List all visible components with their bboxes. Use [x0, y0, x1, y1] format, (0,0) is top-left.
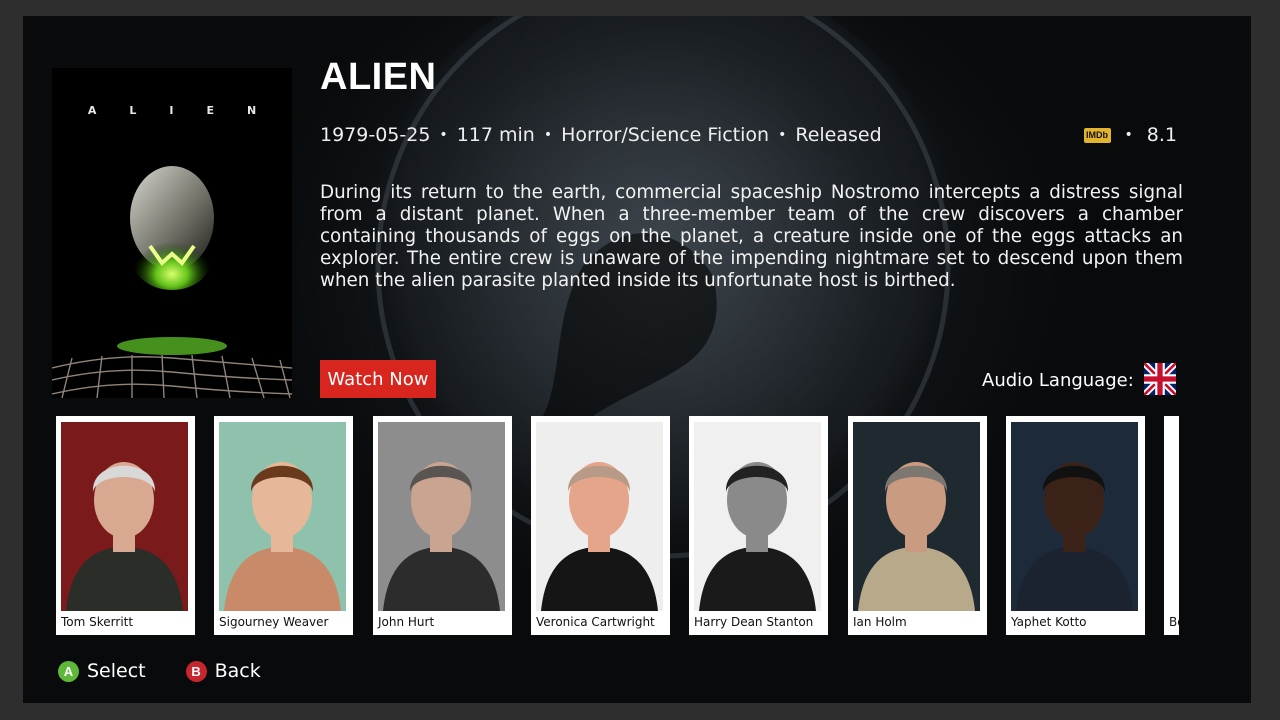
- separator-dot: •: [778, 127, 787, 143]
- cast-photo: [378, 422, 505, 611]
- cast-photo: [1011, 422, 1138, 611]
- release-status: Released: [795, 124, 882, 146]
- b-button-icon: B: [185, 660, 207, 682]
- cast-card[interactable]: John Hurt: [373, 416, 512, 635]
- genres: Horror/Science Fiction: [561, 124, 770, 146]
- alien-egg-artwork: [52, 166, 292, 398]
- cast-card[interactable]: Tom Skerritt: [56, 416, 195, 635]
- cast-photo: [61, 422, 188, 611]
- cast-name: John Hurt: [378, 615, 435, 629]
- rating-value: 8.1: [1146, 124, 1177, 146]
- movie-title: ALIEN: [320, 56, 437, 98]
- uk-flag-icon[interactable]: [1144, 363, 1176, 395]
- cast-photo: [694, 422, 821, 611]
- cast-name: Veronica Cartwright: [536, 615, 655, 629]
- movie-poster: ALIEN: [52, 68, 292, 398]
- rating-block: IMDb • 8.1: [1083, 124, 1177, 146]
- separator-dot: •: [1124, 127, 1133, 143]
- cast-photo: [219, 422, 346, 611]
- cast-card[interactable]: Yaphet Kotto: [1006, 416, 1145, 635]
- release-date: 1979-05-25: [320, 124, 431, 146]
- cast-name: Bo: [1169, 615, 1179, 629]
- cast-name: Ian Holm: [853, 615, 907, 629]
- runtime: 117 min: [456, 124, 535, 146]
- movie-description: During its return to the earth, commerci…: [320, 182, 1183, 291]
- a-button-icon: A: [58, 660, 79, 682]
- imdb-logo-icon: IMDb: [1083, 127, 1111, 143]
- audio-language-label: Audio Language:: [982, 370, 1134, 391]
- separator-dot: •: [439, 127, 448, 143]
- cast-photo: [853, 422, 980, 611]
- select-hint[interactable]: A Select: [58, 660, 146, 682]
- watch-now-button[interactable]: Watch Now: [320, 360, 436, 398]
- separator-dot: •: [543, 127, 553, 143]
- cast-row: Tom Skerritt Sigourney Weaver John Hurt Ver…: [56, 416, 1179, 636]
- button-hints: A Select B Back: [58, 660, 301, 682]
- cast-name: Tom Skerritt: [61, 615, 134, 629]
- cast-card[interactable]: Bo: [1164, 416, 1179, 635]
- cast-photo: [536, 422, 663, 611]
- cast-card[interactable]: Veronica Cartwright: [531, 416, 670, 635]
- back-label: Back: [214, 660, 261, 682]
- cast-name: Yaphet Kotto: [1011, 615, 1087, 629]
- back-hint[interactable]: B Back: [185, 660, 261, 682]
- movie-meta: 1979-05-25 • 117 min • Horror/Science Fi…: [320, 124, 882, 146]
- cast-card[interactable]: Harry Dean Stanton: [689, 416, 828, 635]
- cast-card[interactable]: Ian Holm: [848, 416, 987, 635]
- cast-photo: [1169, 422, 1179, 611]
- cast-name: Sigourney Weaver: [219, 615, 329, 629]
- select-label: Select: [87, 660, 146, 682]
- cast-card[interactable]: Sigourney Weaver: [214, 416, 353, 635]
- cast-name: Harry Dean Stanton: [694, 615, 814, 629]
- movie-detail-screen: ALIEN ALIEN 1979-05-25 • 117 min • Horro…: [23, 16, 1251, 703]
